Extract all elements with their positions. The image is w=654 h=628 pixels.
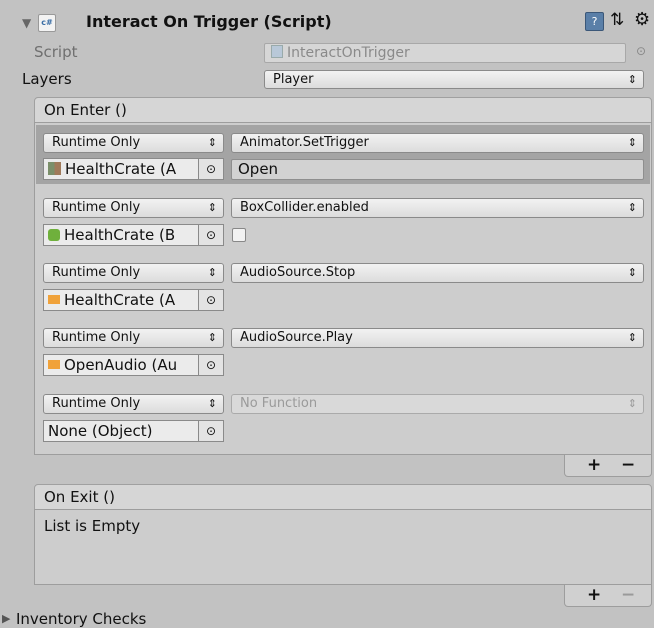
dropdown-arrow-icon: ⇕ <box>627 201 637 214</box>
layers-value: Player <box>273 72 314 87</box>
animator-icon <box>48 162 61 175</box>
object-value: HealthCrate (B <box>64 226 176 244</box>
preset-icon[interactable]: ⇅ <box>610 10 624 30</box>
component-title: Interact On Trigger (Script) <box>86 12 332 31</box>
object-picker-icon[interactable]: ⊙ <box>198 225 223 245</box>
runtime-mode-dropdown[interactable]: Runtime Only ⇕ <box>43 133 224 153</box>
mode-value: Runtime Only <box>52 265 141 280</box>
target-object-field[interactable]: HealthCrate (A ⊙ <box>43 289 224 311</box>
dropdown-arrow-icon: ⇕ <box>627 73 637 86</box>
runtime-mode-dropdown[interactable]: Runtime Only ⇕ <box>43 394 224 414</box>
function-dropdown[interactable]: AudioSource.Play ⇕ <box>231 328 644 348</box>
on-enter-label: On Enter () <box>44 101 127 119</box>
dropdown-arrow-icon: ⇕ <box>207 201 217 214</box>
on-enter-add-remove: + − <box>564 455 652 477</box>
function-dropdown[interactable]: Animator.SetTrigger ⇕ <box>231 133 644 153</box>
function-value: BoxCollider.enabled <box>240 200 369 215</box>
function-value: Animator.SetTrigger <box>240 135 369 150</box>
runtime-mode-dropdown[interactable]: Runtime Only ⇕ <box>43 328 224 348</box>
help-icon[interactable]: ? <box>585 12 604 31</box>
function-dropdown[interactable]: No Function ⇕ <box>231 394 644 414</box>
function-value: AudioSource.Play <box>240 330 353 345</box>
empty-list-text: List is Empty <box>44 517 141 535</box>
dropdown-arrow-icon: ⇕ <box>627 266 637 279</box>
argument-value: Open <box>238 160 279 178</box>
audiosource-icon <box>48 360 60 369</box>
object-picker-icon[interactable]: ⊙ <box>198 159 223 179</box>
argument-field[interactable]: Open <box>231 159 644 180</box>
csharp-script-icon: c# <box>38 14 56 32</box>
target-object-field[interactable]: OpenAudio (Au ⊙ <box>43 354 224 376</box>
mode-value: Runtime Only <box>52 396 141 411</box>
dropdown-arrow-icon: ⇕ <box>207 266 217 279</box>
object-picker-icon[interactable]: ⊙ <box>198 290 223 310</box>
layers-label: Layers <box>22 70 72 88</box>
remove-button[interactable]: − <box>621 455 635 475</box>
object-value: None (Object) <box>48 422 153 440</box>
remove-button[interactable]: − <box>621 585 635 605</box>
mode-value: Runtime Only <box>52 135 141 150</box>
layers-dropdown[interactable]: Player ⇕ <box>264 70 644 89</box>
function-dropdown[interactable]: BoxCollider.enabled ⇕ <box>231 198 644 218</box>
dropdown-arrow-icon: ⇕ <box>207 397 217 410</box>
function-value: AudioSource.Stop <box>240 265 356 280</box>
dropdown-arrow-icon: ⇕ <box>627 397 637 410</box>
foldout-arrow-icon[interactable]: ▼ <box>22 16 31 30</box>
enabled-checkbox[interactable] <box>232 228 246 242</box>
script-field: InteractOnTrigger <box>264 43 626 63</box>
object-value: HealthCrate (A <box>64 291 176 309</box>
script-file-icon <box>271 45 283 58</box>
on-exit-label: On Exit () <box>44 488 115 506</box>
mode-value: Runtime Only <box>52 200 141 215</box>
inventory-checks-foldout[interactable]: Inventory Checks <box>16 610 146 628</box>
add-button[interactable]: + <box>587 455 601 475</box>
dropdown-arrow-icon: ⇕ <box>207 136 217 149</box>
runtime-mode-dropdown[interactable]: Runtime Only ⇕ <box>43 263 224 283</box>
script-value: InteractOnTrigger <box>287 45 410 61</box>
object-value: OpenAudio (Au <box>64 356 178 374</box>
object-value: HealthCrate (A <box>65 160 177 178</box>
target-object-field[interactable]: HealthCrate (A ⊙ <box>43 158 224 180</box>
script-label: Script <box>34 43 78 61</box>
add-button[interactable]: + <box>587 585 601 605</box>
object-picker-icon: ⊙ <box>636 44 647 58</box>
mode-value: Runtime Only <box>52 330 141 345</box>
on-enter-header: On Enter () <box>34 97 652 123</box>
dropdown-arrow-icon: ⇕ <box>627 136 637 149</box>
target-object-field[interactable]: None (Object) ⊙ <box>43 420 224 442</box>
object-picker-icon[interactable]: ⊙ <box>198 421 223 441</box>
target-object-field[interactable]: HealthCrate (B ⊙ <box>43 224 224 246</box>
dropdown-arrow-icon: ⇕ <box>627 331 637 344</box>
function-value: No Function <box>240 396 318 411</box>
on-exit-header: On Exit () <box>34 484 652 510</box>
foldout-arrow-icon[interactable]: ▶ <box>2 612 10 625</box>
runtime-mode-dropdown[interactable]: Runtime Only ⇕ <box>43 198 224 218</box>
on-exit-add-remove: + − <box>564 585 652 607</box>
gear-icon[interactable]: ⚙ <box>634 9 650 30</box>
dropdown-arrow-icon: ⇕ <box>207 331 217 344</box>
audiosource-icon <box>48 295 60 304</box>
boxcollider-icon <box>48 229 60 241</box>
function-dropdown[interactable]: AudioSource.Stop ⇕ <box>231 263 644 283</box>
object-picker-icon[interactable]: ⊙ <box>198 355 223 375</box>
on-exit-list: List is Empty <box>34 509 652 585</box>
